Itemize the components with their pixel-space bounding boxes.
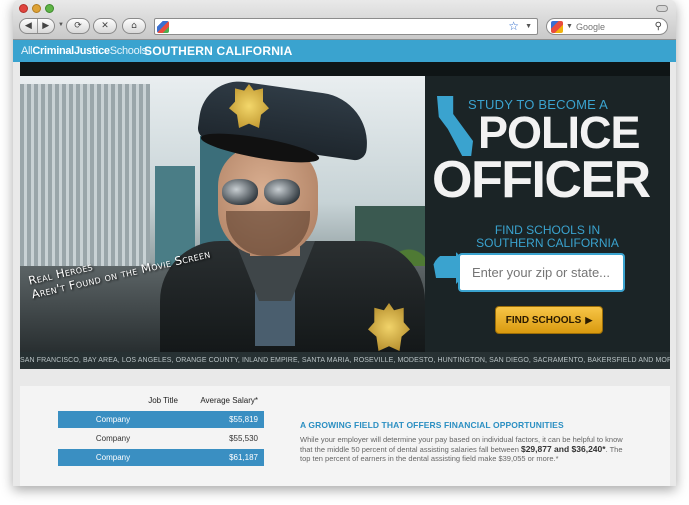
police-heading: POLICE [478, 107, 641, 158]
search-bar: ▼ ⚲ [546, 18, 668, 35]
region-label: SOUTHERN CALIFORNIA [144, 44, 293, 58]
stop-icon: ✕ [101, 21, 109, 31]
site-header: AllCriminalJusticeSchools SOUTHERN CALIF… [13, 40, 676, 62]
logo-prefix: All [21, 45, 33, 57]
average-salary-header: Average Salary* [200, 396, 258, 405]
close-window-button[interactable] [19, 4, 28, 13]
search-icon[interactable]: ⚲ [655, 19, 662, 34]
stop-button[interactable]: ✕ [93, 18, 117, 34]
url-input[interactable] [173, 19, 493, 34]
play-arrow-icon: ▶ [585, 314, 593, 325]
zip-field-wrapper [458, 253, 625, 292]
salary-cell: $55,819 [229, 415, 258, 424]
job-cell: Company [95, 453, 131, 462]
search-engine-dropdown-icon[interactable]: ▼ [566, 19, 573, 34]
history-dropdown-icon[interactable]: ▼ [58, 22, 64, 28]
lens [222, 179, 258, 205]
officer-figure [140, 76, 425, 352]
job-cell: Company [95, 415, 131, 424]
find-schools-label: FIND SCHOOLS [505, 314, 582, 326]
find-schools-subheading: FIND SCHOOLS IN SOUTHERN CALIFORNIA [425, 224, 670, 250]
table-header: Job Title Average Salary* [58, 396, 264, 410]
salary-range: $29,877 and $36,240* [520, 443, 606, 454]
web-page: AllCriminalJusticeSchools SOUTHERN CALIF… [13, 40, 676, 486]
sunglasses [222, 179, 302, 207]
police-officer-photo: Real Heroes Aren't Found on the Movie Sc… [20, 76, 425, 352]
search-engine-icon[interactable] [551, 21, 563, 33]
logo-bold: CriminalJustice [32, 45, 110, 57]
reload-icon: ⟳ [74, 21, 82, 31]
article-title: A GROWING FIELD THAT OFFERS FINANCIAL OP… [300, 420, 564, 430]
url-dropdown-icon[interactable]: ▼ [525, 19, 532, 34]
site-favicon-icon [157, 21, 169, 33]
table-row: Company $55,530 [58, 430, 264, 447]
zoom-window-button[interactable] [45, 4, 54, 13]
cta-panel: STUDY TO BECOME A POLICE OFFICER FIND SC… [425, 76, 670, 352]
content-section: Job Title Average Salary* Company $55,81… [20, 386, 670, 486]
home-button[interactable]: ⌂ [122, 18, 146, 34]
table-row: Company $55,819 [58, 411, 264, 428]
browser-window: ◀ ▶ ▼ ⟳ ✕ ⌂ ☆ ▼ ▼ ⚲ AllCriminalJusticeSc… [13, 0, 676, 486]
table-row: Company $61,187 [58, 449, 264, 466]
home-icon: ⌂ [131, 21, 137, 31]
find-in-line2: SOUTHERN CALIFORNIA [476, 236, 619, 250]
job-cell: Company [95, 434, 131, 443]
officer-heading: OFFICER [432, 151, 651, 209]
zip-input[interactable] [460, 255, 623, 290]
lens [264, 179, 300, 205]
salary-cell: $55,530 [229, 434, 258, 443]
browser-toolbar: ◀ ▶ ▼ ⟳ ✕ ⌂ ☆ ▼ ▼ ⚲ [13, 0, 676, 40]
back-icon[interactable]: ◀ [20, 21, 37, 31]
toolbar-toggle-button[interactable] [656, 5, 668, 12]
hero-banner: Real Heroes Aren't Found on the Movie Sc… [20, 62, 670, 352]
article-body: While your employer will determine your … [300, 435, 630, 464]
bookmark-star-icon[interactable]: ☆ [508, 19, 519, 34]
find-schools-button[interactable]: FIND SCHOOLS ▶ [495, 306, 603, 334]
back-forward-group: ◀ ▶ [19, 18, 55, 34]
building [20, 84, 150, 274]
reload-button[interactable]: ⟳ [66, 18, 90, 34]
salary-cell: $61,187 [229, 453, 258, 462]
city-list: SAN FRANCISCO, BAY AREA, LOS ANGELES, OR… [20, 352, 670, 369]
search-input[interactable] [576, 19, 652, 34]
minimize-window-button[interactable] [32, 4, 41, 13]
site-logo[interactable]: AllCriminalJusticeSchools [21, 45, 147, 57]
forward-icon[interactable]: ▶ [37, 21, 54, 31]
address-bar: ☆ ▼ [154, 18, 538, 35]
job-title-header: Job Title [148, 396, 178, 405]
logo-suffix: Schools [109, 45, 147, 57]
